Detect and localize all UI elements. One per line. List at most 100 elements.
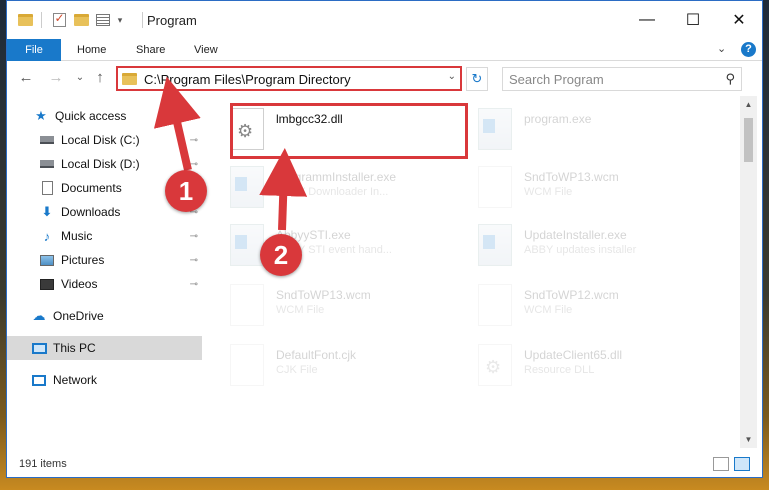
search-input[interactable]	[503, 68, 703, 90]
sidebar-item-label: Videos	[61, 277, 98, 291]
sidebar-item-label: Network	[53, 373, 98, 387]
title-bar: ▾ Program — ☐ ✕	[7, 1, 762, 39]
file-name: program.exe	[524, 112, 592, 126]
file-item-program-exe[interactable]: program.exe	[460, 102, 700, 156]
exe-file-icon	[230, 166, 264, 208]
details-view-icon[interactable]	[713, 457, 729, 471]
expand-ribbon-chevron-icon[interactable]: ⌄	[717, 42, 726, 55]
recent-locations-chevron-icon[interactable]: ⌄	[69, 67, 91, 89]
file-item[interactable]: ProgrammInstaller.exe ABBY Downloader In…	[212, 160, 452, 214]
sidebar-item-quick-access[interactable]: ★ Quick access	[7, 104, 202, 128]
sidebar-item-label: Downloads	[61, 205, 121, 219]
tab-view[interactable]: View	[182, 39, 230, 61]
properties-icon[interactable]	[93, 11, 113, 29]
file-item[interactable]: DefaultFont.cjk CJK File	[212, 338, 452, 392]
minimize-button[interactable]: —	[624, 1, 670, 39]
pictures-icon	[39, 252, 55, 268]
dll-file-icon: ⚙	[478, 344, 512, 386]
search-icon[interactable]: ⚲	[725, 71, 735, 87]
sidebar-item-videos[interactable]: Videos ⊸	[7, 272, 202, 296]
file-name: UpdateClient65.dll	[524, 348, 623, 362]
large-icons-view-icon[interactable]	[734, 457, 750, 471]
file-item[interactable]: SndToWP13.wcm WCM File	[212, 278, 452, 332]
up-arrow-icon[interactable]: ↑	[89, 67, 111, 89]
downloads-icon: ⬇	[41, 204, 53, 219]
network-icon	[31, 372, 47, 388]
document-file-icon	[478, 284, 512, 326]
file-description: WCM File	[276, 304, 325, 316]
file-item[interactable]: UpdateInstaller.exe ABBY updates install…	[460, 218, 700, 272]
sidebar-item-label: Quick access	[55, 109, 127, 123]
tab-file[interactable]: File	[7, 39, 61, 61]
item-count: 191 items	[19, 458, 67, 470]
new-folder-icon[interactable]	[71, 11, 91, 29]
status-bar: 191 items	[7, 453, 762, 477]
videos-icon	[39, 276, 55, 292]
exe-file-icon	[478, 224, 512, 266]
sidebar-item-local-disk-d[interactable]: Local Disk (D:) ⊸	[7, 152, 202, 176]
back-arrow-icon[interactable]: ←	[15, 67, 37, 89]
sidebar-item-onedrive[interactable]: ☁ OneDrive	[7, 304, 202, 328]
sidebar-item-label: This PC	[53, 341, 96, 355]
explorer-window: ▾ Program — ☐ ✕ File Home Share View ⌄ ?…	[6, 0, 763, 478]
file-name: UpdateInstaller.exe	[524, 228, 627, 242]
sidebar-item-label: Local Disk (D:)	[61, 157, 140, 171]
file-description: CJK File	[276, 364, 318, 376]
pin-icon[interactable]: ⊸	[190, 255, 198, 266]
drive-icon	[39, 132, 55, 148]
sidebar-item-label: Music	[61, 229, 93, 243]
pin-icon[interactable]: ⊸	[190, 159, 198, 170]
tab-home[interactable]: Home	[65, 39, 118, 61]
pin-icon[interactable]: ⊸	[190, 135, 198, 146]
scroll-thumb[interactable]	[744, 118, 753, 162]
navigation-bar: ← → ⌄ ↑ C:\Program Files\Program Directo…	[7, 62, 762, 94]
exe-file-icon	[478, 108, 512, 150]
maximize-button[interactable]: ☐	[670, 1, 716, 39]
this-pc-icon	[31, 340, 47, 356]
onedrive-icon: ☁	[32, 308, 46, 323]
address-bar[interactable]: C:\Program Files\Program Directory ⌄	[116, 66, 462, 91]
star-icon: ★	[35, 108, 47, 123]
search-box[interactable]: ⚲	[502, 67, 742, 91]
file-description: Resource DLL	[524, 364, 595, 376]
scroll-up-arrow-icon[interactable]: ▲	[740, 96, 757, 113]
separator	[41, 12, 42, 28]
documents-icon	[39, 180, 55, 196]
drive-icon	[39, 156, 55, 172]
help-icon[interactable]: ?	[741, 42, 756, 57]
address-path: C:\Program Files\Program Directory	[144, 72, 351, 87]
sidebar-item-network[interactable]: Network	[7, 368, 202, 392]
sidebar-item-local-disk-c[interactable]: Local Disk (C:) ⊸	[7, 128, 202, 152]
properties-check-icon[interactable]	[49, 11, 69, 29]
file-description: WCM File	[524, 304, 573, 316]
sidebar-item-label: Pictures	[61, 253, 105, 267]
ribbon-tabs: File Home Share View ⌄ ?	[7, 39, 762, 61]
separator	[142, 12, 143, 28]
customize-toolbar-chevron-icon[interactable]: ▾	[113, 11, 127, 29]
exe-file-icon	[230, 224, 264, 266]
file-description: WCM File	[524, 186, 573, 198]
close-button[interactable]: ✕	[716, 1, 762, 39]
sidebar-item-this-pc[interactable]: This PC	[7, 336, 202, 360]
forward-arrow-icon[interactable]: →	[45, 67, 67, 89]
folder-icon	[15, 11, 35, 29]
file-item[interactable]: ⚙ UpdateClient65.dll Resource DLL	[460, 338, 700, 392]
pin-icon[interactable]: ⊸	[190, 231, 198, 242]
refresh-button[interactable]: ↻	[466, 67, 488, 91]
file-item[interactable]: SndToWP12.wcm WCM File	[460, 278, 700, 332]
sidebar-item-music[interactable]: ♪ Music ⊸	[7, 224, 202, 248]
step-2-badge: 2	[260, 234, 302, 276]
file-description: ABBY Downloader In...	[276, 186, 389, 198]
folder-icon	[122, 73, 137, 85]
file-name: DefaultFont.cjk	[276, 348, 357, 362]
vertical-scrollbar[interactable]: ▲ ▼	[740, 96, 757, 448]
scroll-down-arrow-icon[interactable]: ▼	[740, 431, 757, 448]
sidebar-item-pictures[interactable]: Pictures ⊸	[7, 248, 202, 272]
address-dropdown-chevron-icon[interactable]: ⌄	[448, 71, 456, 82]
file-item[interactable]: SndToWP13.wcm WCM File	[460, 160, 700, 214]
navigation-pane: ★ Quick access Local Disk (C:) ⊸ Local D…	[7, 96, 202, 448]
tab-share[interactable]: Share	[124, 39, 177, 61]
file-item[interactable]: AbbyySTI.exe ABBY STI event hand...	[212, 218, 452, 272]
pin-icon[interactable]: ⊸	[190, 279, 198, 290]
sidebar-item-label: OneDrive	[53, 309, 104, 323]
